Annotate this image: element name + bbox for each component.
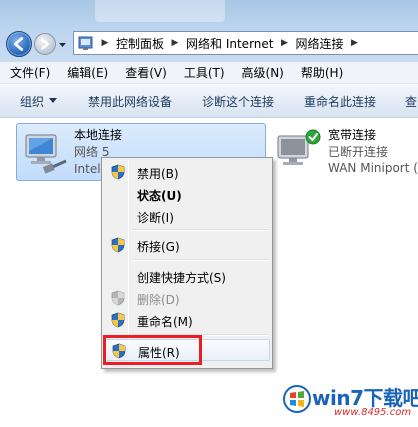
menu-item-disable[interactable]: 禁用(B) xyxy=(104,161,270,183)
local-connection-device: Intel xyxy=(74,162,101,176)
recent-pages-dropdown-icon[interactable] xyxy=(58,40,67,49)
arrow-right-icon xyxy=(41,38,49,50)
menu-item-create-shortcut[interactable]: 创建快捷方式(S) xyxy=(104,265,270,287)
network-adapter-icon xyxy=(25,134,67,174)
menu-item-label: 禁用(B) xyxy=(137,167,179,181)
more-commands-button[interactable]: 查 xyxy=(405,93,417,110)
menu-edit[interactable]: 编辑(E) xyxy=(57,64,115,81)
menu-file[interactable]: 文件(F) xyxy=(0,64,57,81)
watermark-url: www.8495.com xyxy=(334,407,412,418)
menu-item-label: 诊断(I) xyxy=(137,211,174,225)
menu-item-bridge[interactable]: 桥接(G) xyxy=(104,234,270,256)
annotation-highlight-box xyxy=(103,335,202,365)
menu-item-diagnose[interactable]: 诊断(I) xyxy=(104,205,270,227)
address-bar[interactable]: ▶ 控制面板 ▶ 网络和 Internet ▶ 网络连接 ▶ xyxy=(73,31,418,55)
window: ▶ 控制面板 ▶ 网络和 Internet ▶ 网络连接 ▶ 文件(F) 编辑(… xyxy=(0,0,418,427)
control-panel-icon xyxy=(78,36,93,50)
breadcrumb-network-connections[interactable]: 网络连接 xyxy=(291,35,347,52)
uac-shield-icon xyxy=(111,164,125,180)
forward-button[interactable] xyxy=(34,33,56,55)
menu-item-label: 删除(D) xyxy=(137,293,180,307)
broadband-connection-name: 宽带连接 xyxy=(328,128,377,142)
disable-device-button[interactable]: 禁用此网络设备 xyxy=(88,93,172,110)
menu-separator xyxy=(133,259,269,261)
back-button[interactable] xyxy=(6,31,32,57)
menu-item-rename[interactable]: 重命名(M) xyxy=(104,309,270,331)
menu-separator xyxy=(133,229,269,231)
menu-item-delete: 删除(D) xyxy=(104,287,270,309)
local-connection-name: 本地连接 xyxy=(74,128,123,142)
menu-advanced[interactable]: 高级(N) xyxy=(232,64,291,81)
uac-shield-icon xyxy=(111,312,125,328)
menu-item-label: 创建快捷方式(S) xyxy=(137,271,226,285)
uac-shield-icon xyxy=(111,290,125,306)
rename-connection-button[interactable]: 重命名此连接 xyxy=(304,93,376,110)
menu-tools[interactable]: 工具(T) xyxy=(174,64,232,81)
breadcrumb-separator[interactable]: ▶ xyxy=(277,38,291,48)
breadcrumb-separator: ▶ xyxy=(101,38,109,48)
broadband-connection-status: 已断开连接 xyxy=(328,145,389,159)
windows-logo-icon xyxy=(283,385,311,413)
breadcrumb-separator[interactable]: ▶ xyxy=(348,38,362,48)
menu-view[interactable]: 查看(V) xyxy=(115,64,174,81)
chevron-down-icon xyxy=(49,98,57,103)
arrow-left-icon xyxy=(13,37,24,51)
command-bar: 组织 禁用此网络设备 诊断这个连接 重命名此连接 查 xyxy=(0,84,418,118)
breadcrumb-control-panel[interactable]: 控制面板 xyxy=(112,35,168,52)
menu-item-label: 桥接(G) xyxy=(137,240,180,254)
menu-item-status[interactable]: 状态(U) xyxy=(104,183,270,205)
broadband-connection-device: WAN Miniport (PPPOE) xyxy=(328,161,418,175)
diagnose-connection-button[interactable]: 诊断这个连接 xyxy=(202,93,274,110)
breadcrumb-separator[interactable]: ▶ xyxy=(168,38,182,48)
watermark: win7下载吧 www.8495.com xyxy=(282,380,418,422)
uac-shield-icon xyxy=(111,237,125,253)
organize-button[interactable]: 组织 xyxy=(20,93,44,110)
menu-item-label: 状态(U) xyxy=(137,189,182,203)
breadcrumb-network-internet[interactable]: 网络和 Internet xyxy=(182,35,277,52)
menu-help[interactable]: 帮助(H) xyxy=(291,64,350,81)
menu-item-label: 重命名(M) xyxy=(137,315,193,329)
menu-bar: 文件(F) 编辑(E) 查看(V) 工具(T) 高级(N) 帮助(H) xyxy=(0,62,418,84)
broadband-connection-icon[interactable] xyxy=(274,128,324,174)
